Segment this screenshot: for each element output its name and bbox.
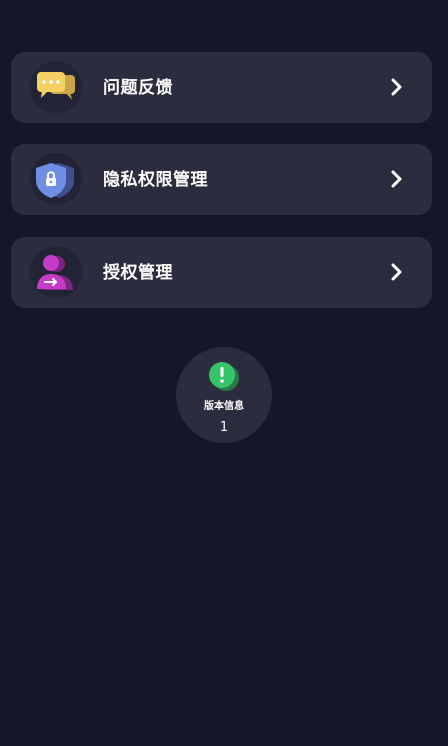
- shield-lock-icon: [30, 153, 82, 205]
- chevron-right-icon: [390, 76, 404, 98]
- feedback-menu-item[interactable]: 问题反馈: [11, 52, 432, 123]
- privacy-permission-menu-item[interactable]: 隐私权限管理: [11, 144, 432, 215]
- version-info-button[interactable]: 版本信息 1: [176, 347, 272, 443]
- authorization-label: 授权管理: [103, 263, 173, 283]
- chevron-right-icon: [390, 168, 404, 190]
- user-authorize-icon: [30, 246, 82, 298]
- settings-screen: 问题反馈 隐私权限管理 授权管理 版本信息 1: [0, 0, 448, 746]
- version-number: 1: [219, 420, 229, 435]
- chat-bubbles-icon: [30, 61, 82, 113]
- authorization-menu-item[interactable]: 授权管理: [11, 237, 432, 308]
- feedback-label: 问题反馈: [103, 78, 173, 98]
- exclamation-icon: [207, 361, 241, 393]
- privacy-permission-label: 隐私权限管理: [103, 170, 208, 190]
- version-info-label: 版本信息: [204, 401, 244, 412]
- chevron-right-icon: [390, 261, 404, 283]
